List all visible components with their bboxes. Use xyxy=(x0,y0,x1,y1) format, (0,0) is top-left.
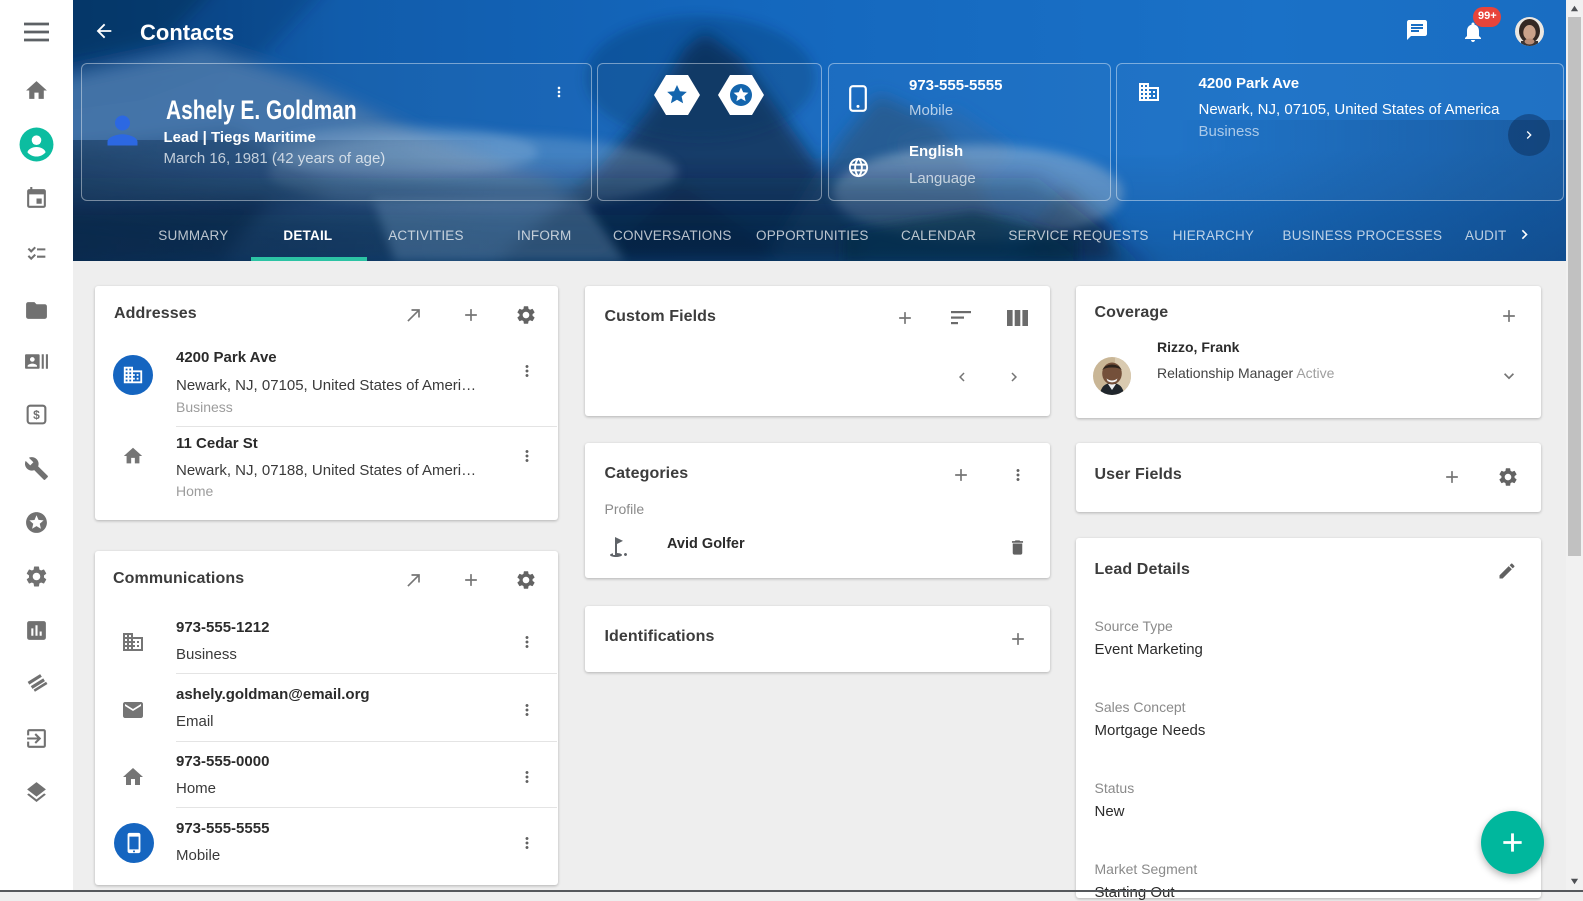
svg-text:$: $ xyxy=(33,408,40,422)
